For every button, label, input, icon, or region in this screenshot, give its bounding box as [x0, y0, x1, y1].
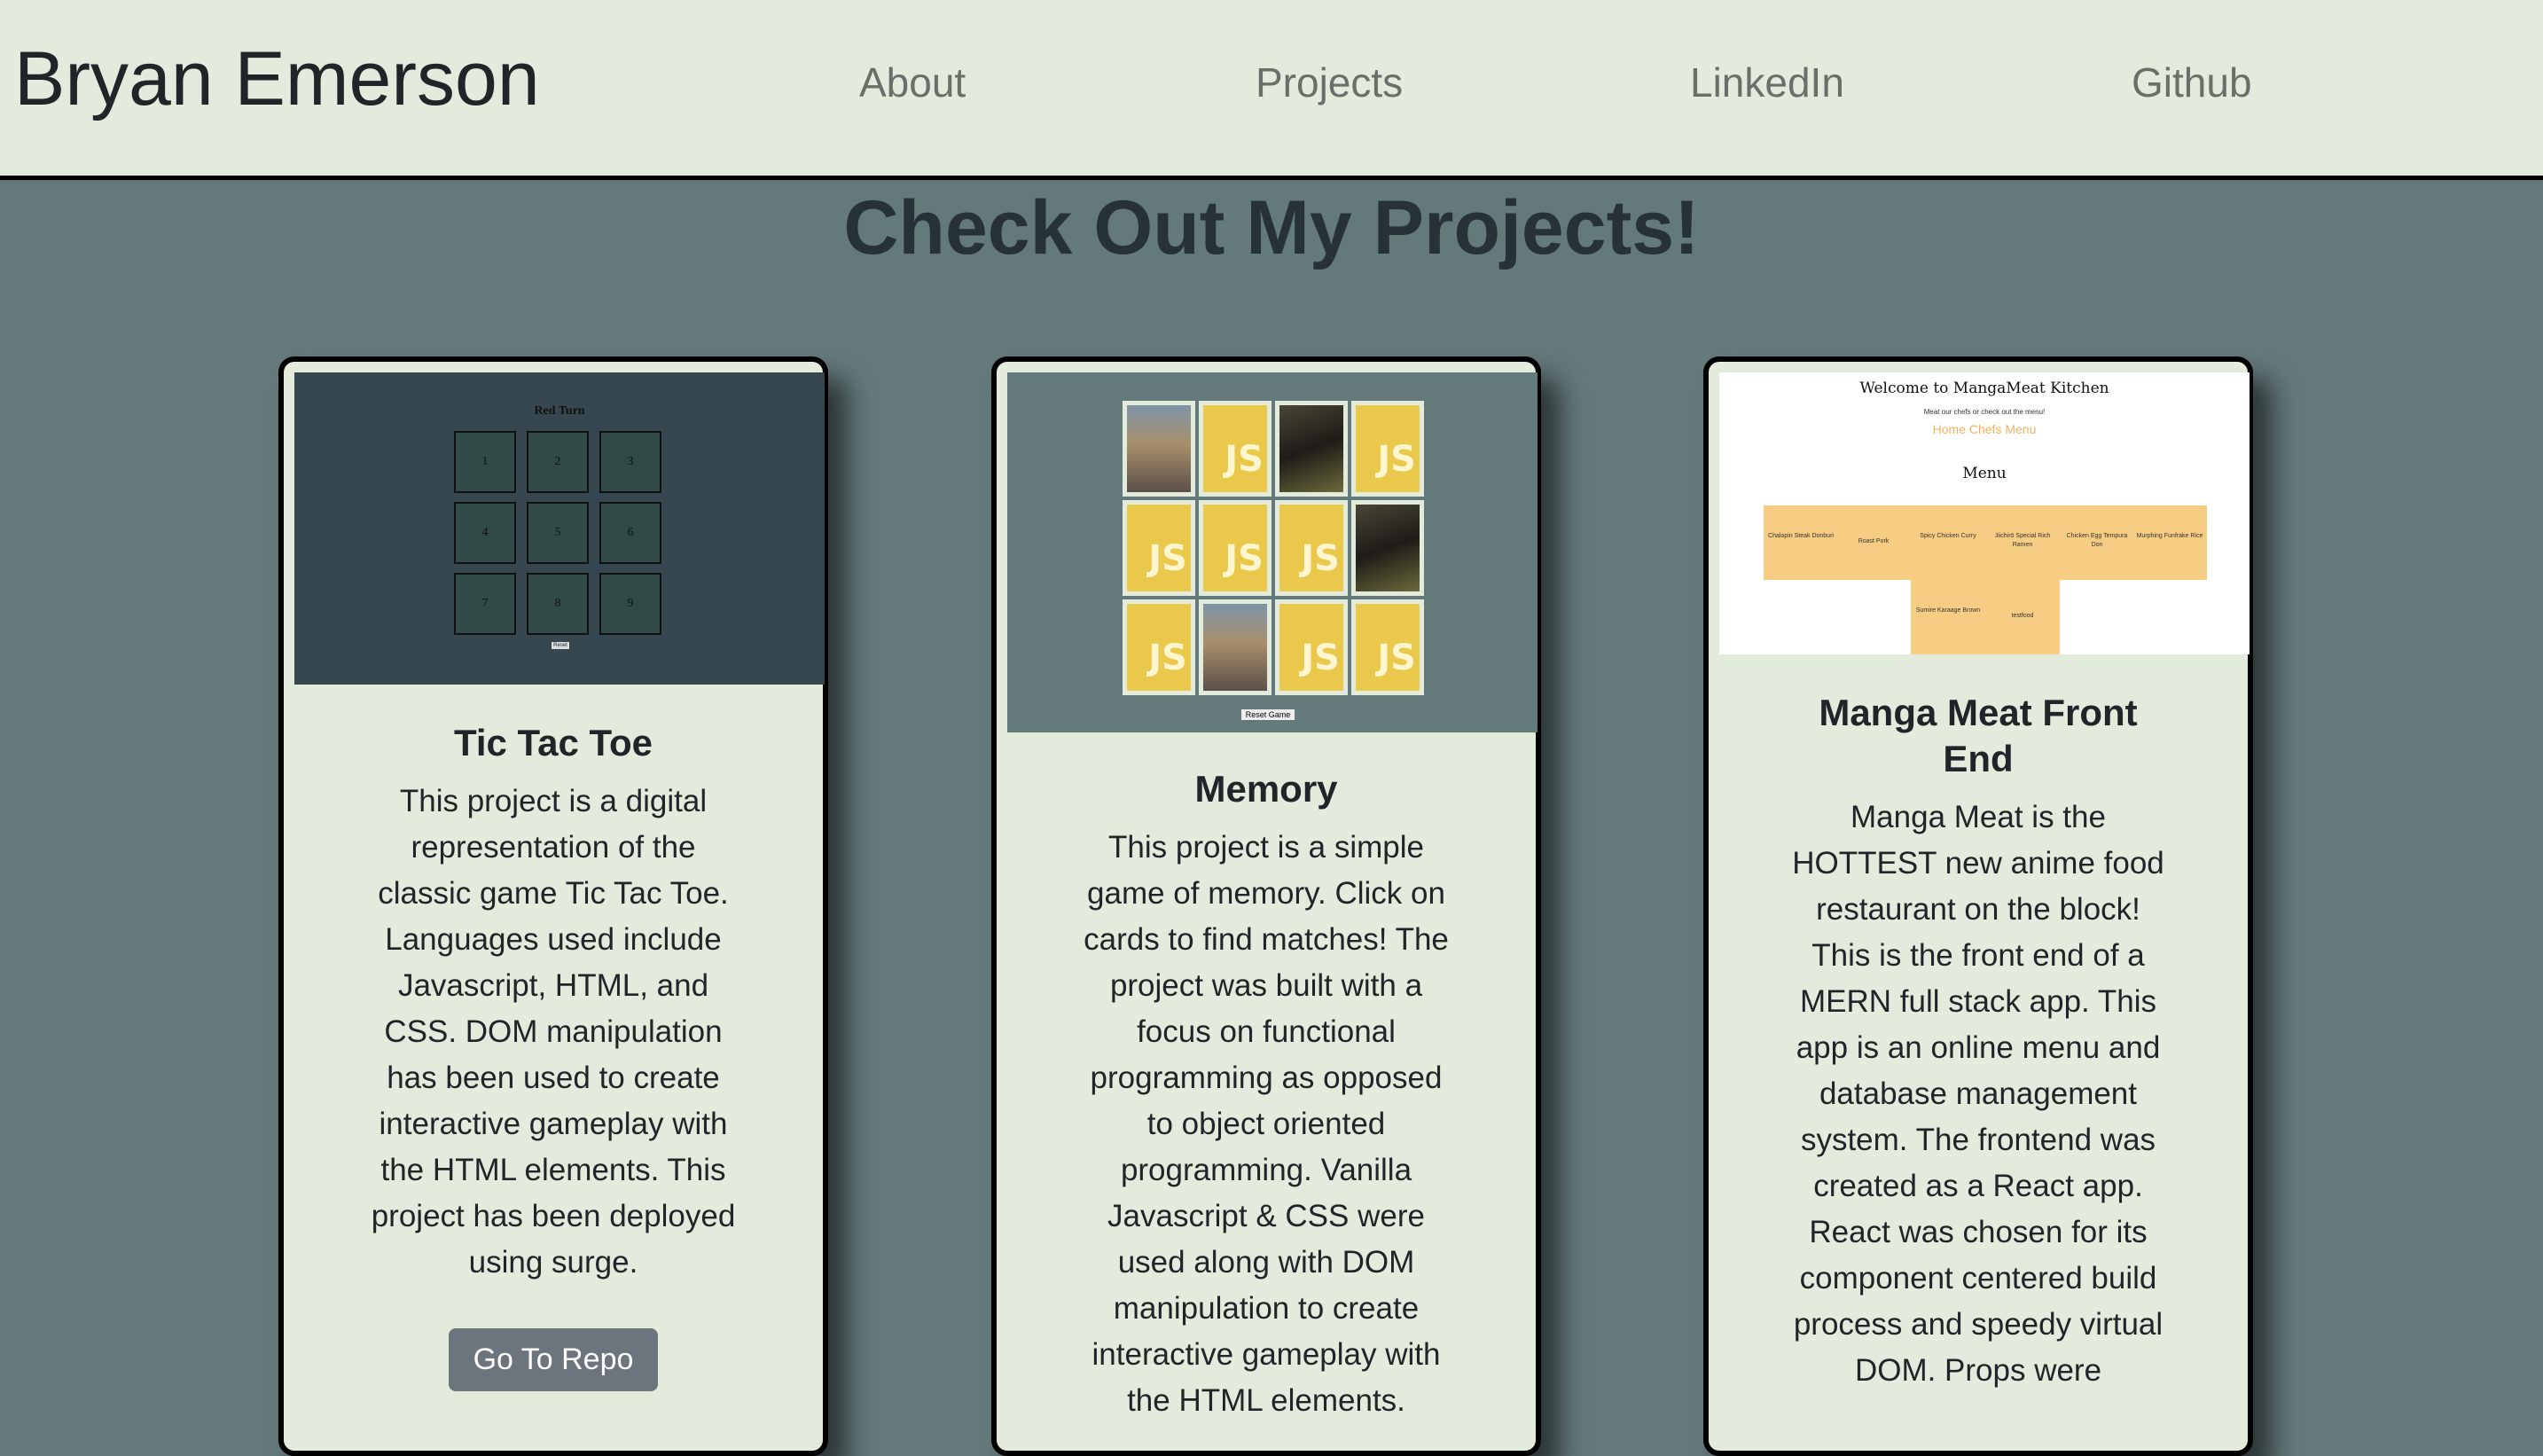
- card-body: Tic Tac Toe This project is a digital re…: [284, 720, 823, 1391]
- brand-name[interactable]: Bryan Emerson: [14, 41, 540, 117]
- memory-reset-button: Reset Game: [1241, 709, 1295, 720]
- javascript-logo-icon: JS: [1356, 604, 1420, 691]
- ttt-cell: 4: [454, 502, 516, 564]
- manga-menu-grid-row2: Sumire Karaage Brown testfood: [1911, 580, 2060, 654]
- nav-link-github[interactable]: Github: [2132, 62, 2252, 103]
- dog-photo-icon: [1356, 505, 1420, 591]
- ttt-board: 1 2 3 4 5 6 7 8 9: [454, 431, 663, 635]
- memory-card: JS: [1199, 401, 1272, 497]
- javascript-logo-icon: JS: [1127, 604, 1191, 691]
- memory-card: JS: [1123, 599, 1195, 695]
- project-thumbnail-memory[interactable]: JS JS JS JS JS JS JS JS Reset Game: [1007, 372, 1538, 732]
- menu-item: testfood: [2011, 613, 2034, 619]
- page-title: Check Out My Projects!: [843, 185, 1700, 270]
- card-text: This project is a digital representation…: [371, 784, 736, 1280]
- manga-site-title: Welcome to MangaMeat Kitchen: [1859, 380, 2109, 397]
- card-title: Tic Tac Toe: [453, 722, 653, 763]
- go-to-repo-button[interactable]: Go To Repo: [448, 1328, 659, 1391]
- memory-card: [1351, 500, 1424, 596]
- menu-item: Sumire Karaage Brown: [1915, 607, 1981, 614]
- ttt-cell: 2: [527, 431, 589, 493]
- menu-item: Jiichirō Special Rich Ramen: [1994, 533, 2051, 548]
- menu-item: Spicy Chicken Curry: [1920, 533, 1976, 539]
- manga-menu-grid: Chalapin Steak Donburi Roast Pork Spicy …: [1764, 505, 2207, 580]
- card-body: Memory This project is a simple game of …: [997, 766, 1536, 1424]
- menu-item: Chicken Egg Tempura Don: [2066, 533, 2128, 548]
- manga-site-menu-heading: Menu: [1962, 465, 2007, 482]
- ttt-cell: 3: [599, 431, 661, 493]
- navbar: Bryan Emerson About Projects LinkedIn Gi…: [0, 0, 2543, 180]
- ttt-cell: 8: [527, 573, 589, 635]
- menu-item: Chalapin Steak Donburi: [1768, 533, 1834, 539]
- memory-card: [1275, 401, 1348, 497]
- ttt-reset-button: Reset: [552, 642, 569, 649]
- woman-photo-icon: [1203, 604, 1267, 691]
- ttt-cell: 1: [454, 431, 516, 493]
- woman-photo-icon: [1127, 405, 1191, 492]
- ttt-cell: 9: [599, 573, 661, 635]
- ttt-cell: 6: [599, 502, 661, 564]
- memory-card: JS: [1275, 500, 1348, 596]
- card-title: Manga Meat Front End: [1819, 692, 2138, 779]
- memory-card: [1199, 599, 1272, 695]
- ttt-cell: 5: [527, 502, 589, 564]
- memory-card: [1123, 401, 1195, 497]
- memory-card: JS: [1199, 500, 1272, 596]
- nav-link-linkedin[interactable]: LinkedIn: [1690, 62, 1844, 103]
- manga-site-nav: Home Chefs Menu: [1932, 422, 2037, 436]
- manga-site-subtitle: Meat our chefs or check out the menu!: [1923, 408, 2046, 416]
- project-card-tic-tac-toe: Red Turn 1 2 3 4 5 6 7 8 9 Reset Tic Tac…: [278, 356, 828, 1456]
- nav-link-about[interactable]: About: [859, 62, 966, 103]
- card-title: Memory: [1194, 768, 1338, 810]
- javascript-logo-icon: JS: [1203, 405, 1267, 492]
- memory-board: JS JS JS JS JS JS JS JS: [1123, 401, 1424, 695]
- card-text: This project is a simple game of memory.…: [1084, 830, 1449, 1418]
- javascript-logo-icon: JS: [1279, 604, 1343, 691]
- project-card-manga-meat: Welcome to MangaMeat Kitchen Meat our ch…: [1703, 356, 2253, 1456]
- project-card-memory: JS JS JS JS JS JS JS JS Reset Game Memor…: [991, 356, 1541, 1456]
- project-thumbnail-tic-tac-toe[interactable]: Red Turn 1 2 3 4 5 6 7 8 9 Reset: [294, 372, 825, 685]
- project-thumbnail-manga-meat[interactable]: Welcome to MangaMeat Kitchen Meat our ch…: [1719, 372, 2250, 654]
- memory-card: JS: [1275, 599, 1348, 695]
- memory-card: JS: [1351, 599, 1424, 695]
- dog-photo-icon: [1279, 405, 1343, 492]
- ttt-cell: 7: [454, 573, 516, 635]
- javascript-logo-icon: JS: [1203, 505, 1267, 591]
- ttt-turn-label: Red Turn: [534, 404, 585, 418]
- javascript-logo-icon: JS: [1356, 405, 1420, 492]
- javascript-logo-icon: JS: [1279, 505, 1343, 591]
- nav-link-projects[interactable]: Projects: [1256, 62, 1403, 103]
- menu-item: Murphing Funfrake Rice: [2136, 533, 2203, 539]
- card-text: Manga Meat is the HOTTEST new anime food…: [1792, 800, 2164, 1388]
- card-body: Manga Meat Front End Manga Meat is the H…: [1709, 690, 2248, 1394]
- memory-card: JS: [1351, 401, 1424, 497]
- memory-card: JS: [1123, 500, 1195, 596]
- menu-item: Roast Pork: [1858, 538, 1890, 544]
- javascript-logo-icon: JS: [1127, 505, 1191, 591]
